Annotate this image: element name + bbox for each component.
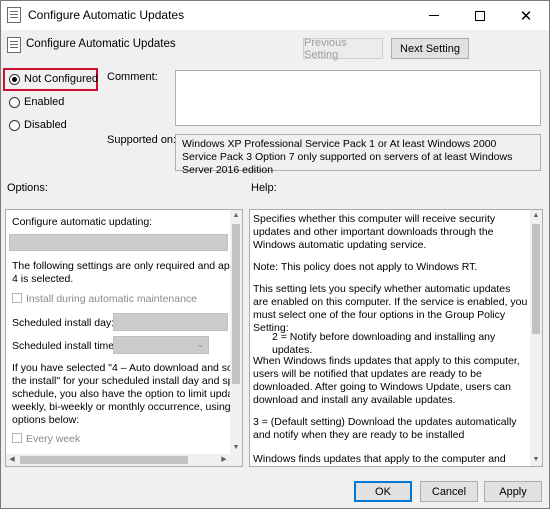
checkbox-label: Every week [26, 433, 81, 445]
info-line: schedule, you also have the option to li… [12, 388, 243, 400]
comment-label: Comment: [107, 71, 158, 83]
policy-icon [7, 7, 21, 23]
dialog-window: Configure Automatic Updates ✕ Configure … [0, 0, 550, 509]
help-paragraph: This setting lets you specify whether au… [253, 283, 528, 334]
checkbox-icon [12, 293, 22, 303]
options-panel[interactable]: Configure automatic updating: The follow… [5, 209, 243, 467]
scroll-thumb[interactable] [532, 224, 540, 334]
options-vertical-scrollbar[interactable]: ▲ ▼ [230, 210, 242, 466]
radio-icon [9, 96, 20, 108]
info-line: If you have selected "4 – Auto download … [12, 362, 243, 374]
supported-on-label: Supported on: [107, 134, 177, 146]
checkbox-label: Install during automatic maintenance [26, 293, 198, 305]
radio-label: Enabled [24, 96, 65, 108]
next-setting-button[interactable]: Next Setting [391, 38, 469, 59]
ok-button[interactable]: OK [354, 481, 412, 502]
radio-not-configured[interactable]: Not Configured [9, 73, 98, 85]
dropdown-icon: ⌄ [196, 339, 204, 349]
help-paragraph: Specifies whether this computer will rec… [253, 213, 496, 251]
help-paragraph: Note: This policy does not apply to Wind… [253, 261, 478, 273]
checkbox-icon [12, 433, 22, 443]
scheduled-day-label: Scheduled install day: [12, 317, 115, 329]
options-label: Options: [7, 182, 48, 194]
install-maintenance-checkbox[interactable]: Install during automatic maintenance [12, 293, 197, 306]
policy-icon [7, 37, 21, 53]
radio-disabled[interactable]: Disabled [9, 119, 67, 131]
help-paragraph: When Windows finds updates that apply to… [253, 355, 520, 406]
comment-textbox[interactable] [175, 70, 541, 126]
configure-updating-label: Configure automatic updating: [12, 216, 153, 228]
help-paragraph: 2 = Notify before downloading and instal… [272, 331, 496, 356]
maximize-button[interactable] [457, 1, 503, 30]
help-panel[interactable]: Specifies whether this computer will rec… [249, 209, 543, 467]
help-paragraph: Windows finds updates that apply to the … [253, 453, 506, 465]
cancel-button[interactable]: Cancel [420, 481, 478, 502]
scroll-thumb[interactable] [232, 224, 240, 384]
scroll-thumb[interactable] [20, 456, 188, 464]
scheduled-time-label: Scheduled install time: [12, 340, 118, 352]
scroll-up-icon[interactable]: ▲ [230, 210, 242, 222]
previous-setting-button[interactable]: Previous Setting [303, 37, 383, 61]
scroll-up-icon[interactable]: ▲ [530, 210, 542, 222]
note-line: The following settings are only required… [12, 260, 243, 272]
scroll-down-icon[interactable]: ▼ [530, 454, 542, 466]
every-week-checkbox[interactable]: Every week [12, 433, 80, 446]
apply-button[interactable]: Apply [484, 481, 542, 502]
note-line: 4 is selected. [12, 273, 74, 285]
options-horizontal-scrollbar[interactable]: ◀ ▶ [6, 454, 230, 466]
title-bar[interactable]: Configure Automatic Updates ✕ [1, 1, 549, 30]
scheduled-day-dropdown[interactable] [113, 313, 228, 331]
scroll-right-icon[interactable]: ▶ [218, 454, 230, 466]
info-line: weekly, bi-weekly or monthly occurrence,… [12, 401, 243, 413]
policy-name: Configure Automatic Updates [26, 38, 176, 50]
close-button[interactable]: ✕ [503, 1, 549, 30]
scroll-left-icon[interactable]: ◀ [6, 454, 18, 466]
radio-icon [9, 119, 20, 131]
scroll-down-icon[interactable]: ▼ [230, 442, 242, 454]
help-paragraph: 3 = (Default setting) Download the updat… [253, 416, 517, 441]
radio-label: Disabled [24, 119, 67, 131]
radio-enabled[interactable]: Enabled [9, 96, 64, 108]
minimize-icon [429, 15, 439, 16]
scheduled-time-dropdown[interactable]: ⌄ [113, 336, 209, 354]
window-title: Configure Automatic Updates [28, 8, 185, 22]
configure-updating-dropdown[interactable] [9, 234, 228, 251]
radio-selected-icon [9, 73, 20, 85]
maximize-icon [475, 10, 485, 21]
supported-on-text: Windows XP Professional Service Pack 1 o… [175, 134, 541, 176]
radio-label: Not Configured [24, 73, 98, 85]
info-line: the install" for your scheduled install … [12, 375, 243, 387]
info-line: options below: [12, 414, 80, 426]
help-label: Help: [251, 182, 277, 194]
help-vertical-scrollbar[interactable]: ▲ ▼ [530, 210, 542, 466]
minimize-button[interactable] [411, 1, 457, 30]
